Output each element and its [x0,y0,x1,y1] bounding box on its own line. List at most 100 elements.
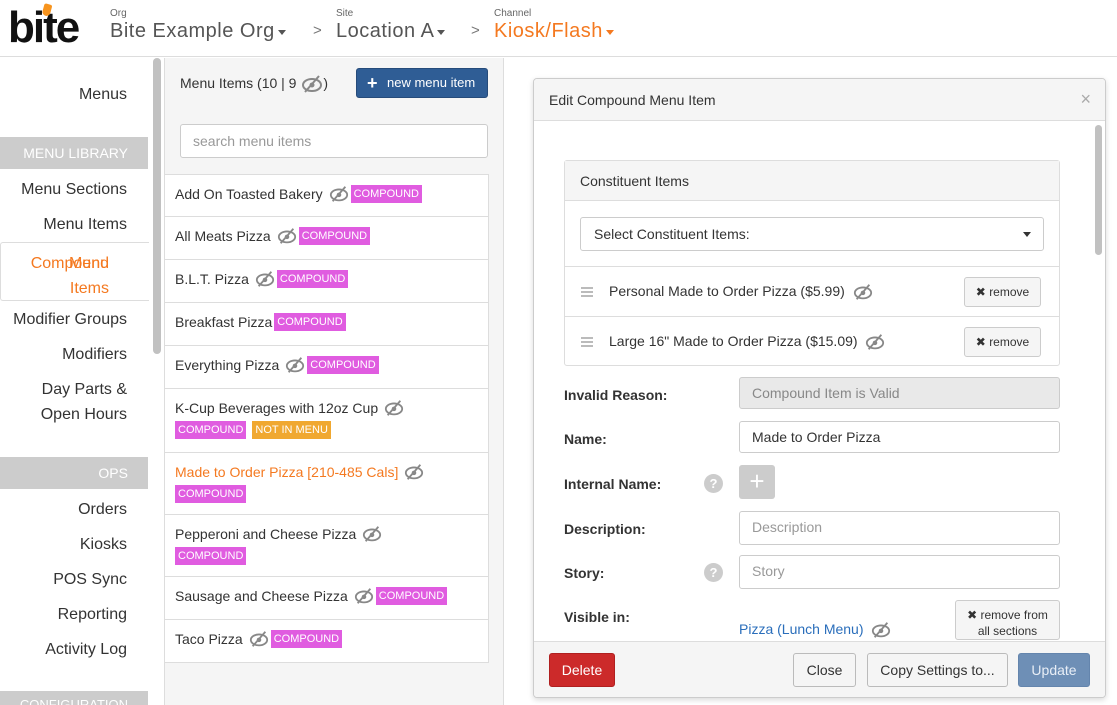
sidebar-section-menu-library: MENU LIBRARY [0,137,148,169]
menu-items-list: Add On Toasted Bakery COMPOUND All Meats P… [165,174,489,663]
list-item[interactable]: Everything Pizza COMPOUND [165,346,489,389]
compound-badge: COMPOUND [175,547,247,566]
constituent-items-panel: Constituent Items Select Constituent Ite… [564,160,1060,366]
constituent-items-title: Constituent Items [565,161,1059,201]
sidebar-item-kiosks[interactable]: Kiosks [80,532,127,557]
org-label: Org [110,8,127,19]
sidebar-item-reporting[interactable]: Reporting [58,602,127,627]
hidden-eye-icon [277,227,297,245]
list-item-name: Add On Toasted Bakery [175,186,323,202]
sidebar-item-day-parts[interactable]: Day Parts & Open Hours [41,377,127,427]
sidebar-item-menus[interactable]: Menus [79,82,127,107]
bite-logo[interactable]: bite [8,3,80,50]
hidden-eye-icon [404,463,424,481]
remove-from-all-sections-button[interactable]: ✖ remove from all sections [955,600,1060,640]
visible-in-label: Visible in: [564,609,630,625]
top-bar: bite Org Bite Example Org > Site Locatio… [0,0,1117,57]
org-value[interactable]: Bite Example Org [110,20,275,42]
compound-badge: COMPOUND [350,185,422,203]
update-button[interactable]: Update [1018,653,1090,687]
sidebar-item-modifier-groups[interactable]: Modifier Groups [13,307,127,332]
breadcrumb-separator: > [313,22,322,39]
list-item[interactable]: All Meats Pizza COMPOUND [165,217,489,260]
remove-constituent-button[interactable]: ✖ remove [964,277,1041,307]
description-label: Description: [564,521,646,537]
list-item[interactable]: K-Cup Beverages with 12oz Cup COMPOUND NOT… [165,389,489,453]
breadcrumb-separator: > [471,22,480,39]
site-selector[interactable]: Site Location A [336,8,446,43]
select-constituent-items-dropdown[interactable]: Select Constituent Items: [580,217,1044,251]
hidden-eye-icon [301,75,323,93]
close-button[interactable]: Close [793,653,856,687]
modal-title: Edit Compound Menu Item [549,92,716,108]
sidebar-item-pos-sync[interactable]: POS Sync [53,567,127,592]
close-icon[interactable]: × [1080,89,1091,110]
new-menu-item-button[interactable]: + new menu item [356,68,488,98]
chevron-down-icon[interactable] [437,30,446,36]
not-in-menu-badge: NOT IN MENU [252,421,331,440]
channel-selector[interactable]: Channel Kiosk/Flash [494,8,614,43]
compound-badge: COMPOUND [276,270,349,288]
delete-button[interactable]: Delete [549,653,615,687]
visible-in-link[interactable]: Pizza (Lunch Menu) [739,621,891,639]
constituent-item-row: Large 16" Made to Order Pizza ($15.09) ✖… [565,316,1059,366]
list-item[interactable]: Sausage and Cheese Pizza COMPOUND [165,577,489,620]
copy-settings-button[interactable]: Copy Settings to... [867,653,1008,687]
list-item[interactable]: Add On Toasted Bakery COMPOUND [165,175,489,217]
org-selector[interactable]: Org Bite Example Org [110,8,286,43]
list-item-name: Everything Pizza [175,357,280,373]
site-label: Site [336,8,354,19]
compound-badge: COMPOUND [175,485,247,504]
help-icon[interactable]: ? [704,563,723,582]
compound-badge: COMPOUND [375,587,448,605]
chevron-down-icon[interactable] [605,30,614,36]
channel-label: Channel [494,8,532,19]
list-item[interactable]: Pepperoni and Cheese Pizza COMPOUND [165,515,489,577]
list-item-name: B.L.T. Pizza [175,271,249,287]
name-field[interactable]: Made to Order Pizza [739,421,1060,453]
hidden-eye-icon [865,333,885,351]
modal-scrollbar[interactable] [1095,125,1102,255]
hidden-eye-icon [255,270,275,288]
sidebar-item-activity-log[interactable]: Activity Log [45,637,127,662]
hidden-eye-icon [285,356,305,374]
list-item[interactable]: Made to Order Pizza [210-485 Cals] COMPOU… [165,453,489,515]
list-item-name: Breakfast Pizza [175,314,273,330]
add-internal-name-button[interactable]: + [739,465,775,499]
compound-badge: COMPOUND [274,313,346,331]
sidebar: Menus MENU LIBRARY Menu Sections Menu It… [0,58,149,705]
sidebar-item-modifiers[interactable]: Modifiers [62,342,127,367]
list-item-name: Sausage and Cheese Pizza [175,588,348,604]
list-item[interactable]: B.L.T. Pizza COMPOUND [165,260,489,303]
hidden-eye-icon [362,525,382,543]
compound-badge: COMPOUND [307,356,379,374]
drag-handle-icon[interactable] [581,337,593,347]
hidden-eye-icon [329,185,349,203]
compound-badge: COMPOUND [298,227,371,245]
sidebar-scrollbar[interactable] [153,58,161,354]
hidden-eye-icon [354,587,374,605]
constituent-item-name: Personal Made to Order Pizza ($5.99) [609,283,873,301]
list-item[interactable]: Breakfast Pizza COMPOUND [165,303,489,346]
modal-body: Constituent Items Select Constituent Ite… [534,122,1105,640]
invalid-reason-label: Invalid Reason: [564,387,668,403]
compound-badge: COMPOUND [175,421,247,440]
plus-icon: + [367,73,378,93]
constituent-item-row: Personal Made to Order Pizza ($5.99) ✖ r… [565,266,1059,316]
chevron-down-icon[interactable] [277,30,286,36]
site-value[interactable]: Location A [336,20,434,42]
story-field[interactable]: Story [739,555,1060,589]
chevron-down-icon [1023,232,1031,237]
hidden-eye-icon [871,621,891,639]
sidebar-item-menu-sections[interactable]: Menu Sections [21,177,127,202]
sidebar-item-orders[interactable]: Orders [78,497,127,522]
sidebar-item-menu-items[interactable]: Menu Items [43,212,127,237]
help-icon[interactable]: ? [704,474,723,493]
description-field[interactable]: Description [739,511,1060,545]
remove-constituent-button[interactable]: ✖ remove [964,327,1041,357]
search-menu-items-input[interactable]: search menu items [180,124,488,158]
drag-handle-icon[interactable] [581,287,593,297]
sidebar-item-compound-menu-items[interactable]: Compound Menu Items [0,242,149,301]
list-item[interactable]: Taco Pizza COMPOUND [165,620,489,663]
channel-value[interactable]: Kiosk/Flash [494,20,603,42]
